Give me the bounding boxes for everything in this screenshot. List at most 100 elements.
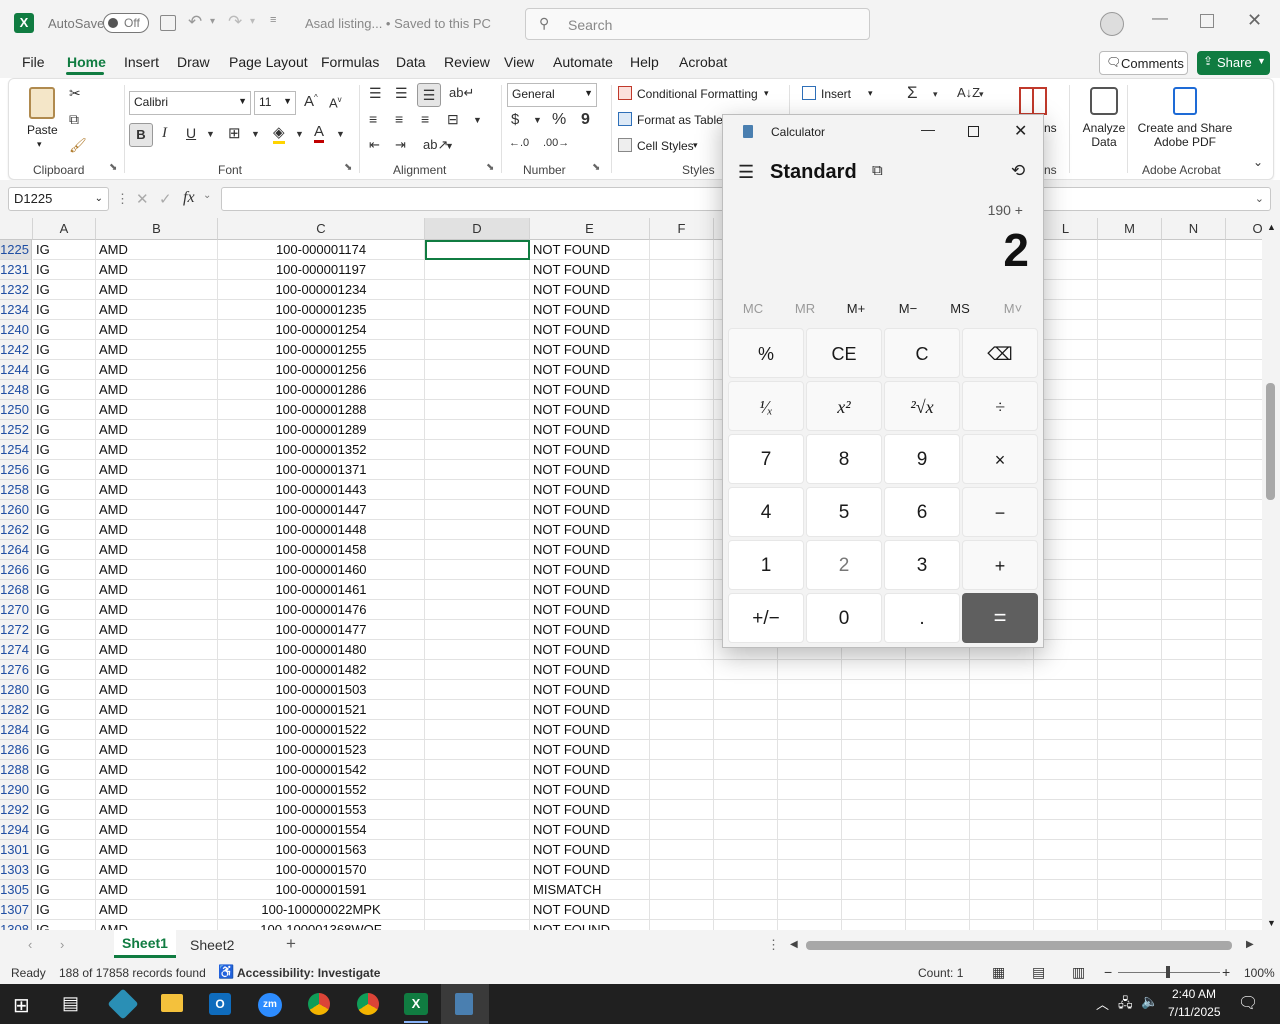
row-header[interactable]: 1266	[0, 560, 32, 580]
table-cell[interactable]: IG	[33, 480, 96, 500]
sort-filter-icon[interactable]: A↓Z	[957, 85, 980, 100]
table-cell[interactable]	[425, 760, 530, 780]
notification-icon[interactable]: 🗨	[1238, 993, 1258, 1013]
table-cell[interactable]: IG	[33, 440, 96, 460]
outlook-icon[interactable]: O	[209, 993, 231, 1015]
zoom-out-icon[interactable]: −	[1104, 964, 1112, 980]
table-cell[interactable]: 100-000001477	[218, 620, 425, 640]
restore-icon[interactable]	[1200, 14, 1214, 28]
table-cell[interactable]	[778, 840, 842, 860]
table-cell[interactable]	[1098, 360, 1162, 380]
wrap-text-icon[interactable]: ab↵	[449, 85, 474, 101]
calc-maximize-icon[interactable]	[968, 126, 979, 137]
table-cell[interactable]	[425, 340, 530, 360]
table-cell[interactable]	[778, 860, 842, 880]
table-cell[interactable]: 100-000001570	[218, 860, 425, 880]
table-cell[interactable]	[650, 840, 714, 860]
table-cell[interactable]	[714, 900, 778, 920]
table-cell[interactable]	[650, 680, 714, 700]
table-cell[interactable]: 100-000001352	[218, 440, 425, 460]
table-cell[interactable]	[1162, 720, 1226, 740]
row-header[interactable]: 1274	[0, 640, 32, 660]
table-cell[interactable]	[1162, 600, 1226, 620]
horizontal-scroll-thumb[interactable]	[806, 941, 1232, 950]
conditional-formatting-button[interactable]: Conditional Formatting ▾	[618, 85, 778, 105]
name-box[interactable]: D1225 ⌄	[8, 187, 109, 211]
column-header-b[interactable]: B	[96, 218, 218, 240]
table-cell[interactable]	[1162, 360, 1226, 380]
autosum-icon[interactable]: Σ	[907, 83, 918, 103]
worksheet-grid[interactable]: ABCDEFGHIJKLMNO1225IGAMD100-000001174NOT…	[0, 218, 1262, 930]
table-cell[interactable]	[1034, 700, 1098, 720]
table-cell[interactable]	[1098, 720, 1162, 740]
table-cell[interactable]: NOT FOUND	[530, 480, 650, 500]
prev-sheet-icon[interactable]: ‹	[28, 937, 32, 952]
chevron-down-icon[interactable]: ▼	[206, 129, 215, 139]
table-cell[interactable]	[1226, 260, 1262, 280]
align-top-icon[interactable]: ☰	[369, 85, 382, 102]
chevron-down-icon[interactable]: ▼	[533, 115, 542, 125]
table-cell[interactable]	[1098, 580, 1162, 600]
table-cell[interactable]: NOT FOUND	[530, 600, 650, 620]
table-cell[interactable]	[842, 900, 906, 920]
sheet-tab-sheet1[interactable]: Sheet1	[114, 930, 176, 958]
table-cell[interactable]: IG	[33, 560, 96, 580]
row-header[interactable]: 1308	[0, 920, 32, 930]
clear-entry-button[interactable]: CE	[806, 328, 882, 378]
table-cell[interactable]	[1098, 920, 1162, 930]
task-view-icon[interactable]: ▤	[62, 993, 79, 1014]
navigation-menu-icon[interactable]: ☰	[738, 162, 754, 183]
volume-icon[interactable]: 🔈	[1141, 993, 1158, 1010]
table-cell[interactable]	[425, 920, 530, 930]
table-cell[interactable]: 100-000001460	[218, 560, 425, 580]
table-cell[interactable]: 100-000001255	[218, 340, 425, 360]
chevron-down-icon[interactable]: ▼	[295, 129, 304, 139]
row-header[interactable]: 1305	[0, 880, 32, 900]
column-header-c[interactable]: C	[218, 218, 425, 240]
font-color-icon[interactable]: A	[314, 123, 325, 143]
row-header[interactable]: 1286	[0, 740, 32, 760]
table-cell[interactable]	[1162, 820, 1226, 840]
table-cell[interactable]: IG	[33, 800, 96, 820]
insert-function-icon[interactable]: fx	[183, 189, 195, 207]
table-cell[interactable]	[425, 660, 530, 680]
undo-dropdown-icon[interactable]: ▾	[210, 16, 215, 27]
memory-button-5[interactable]: M˅	[993, 301, 1033, 316]
table-cell[interactable]: AMD	[96, 820, 218, 840]
scroll-left-icon[interactable]: ◀	[790, 939, 798, 950]
table-cell[interactable]	[425, 440, 530, 460]
table-cell[interactable]	[425, 240, 530, 260]
row-header[interactable]: 1303	[0, 860, 32, 880]
table-cell[interactable]	[1162, 700, 1226, 720]
table-cell[interactable]: AMD	[96, 720, 218, 740]
table-cell[interactable]	[906, 900, 970, 920]
table-cell[interactable]	[842, 760, 906, 780]
table-cell[interactable]	[714, 860, 778, 880]
table-cell[interactable]	[650, 760, 714, 780]
table-cell[interactable]	[650, 620, 714, 640]
table-cell[interactable]: NOT FOUND	[530, 660, 650, 680]
table-cell[interactable]	[425, 480, 530, 500]
row-header[interactable]: 1262	[0, 520, 32, 540]
table-cell[interactable]	[906, 660, 970, 680]
table-cell[interactable]	[1162, 900, 1226, 920]
table-cell[interactable]	[1162, 920, 1226, 930]
row-header[interactable]: 1270	[0, 600, 32, 620]
paste-button[interactable]: Paste ▾	[23, 85, 59, 149]
table-cell[interactable]	[714, 780, 778, 800]
table-cell[interactable]: NOT FOUND	[530, 420, 650, 440]
divide-button[interactable]: ÷	[962, 381, 1038, 431]
table-cell[interactable]	[1098, 280, 1162, 300]
table-cell[interactable]	[970, 900, 1034, 920]
fill-color-icon[interactable]: ◈	[273, 123, 285, 144]
align-right-icon[interactable]: ≡	[421, 111, 429, 127]
table-cell[interactable]	[650, 420, 714, 440]
table-cell[interactable]	[1226, 740, 1262, 760]
table-cell[interactable]: NOT FOUND	[530, 740, 650, 760]
table-cell[interactable]: 100-000001286	[218, 380, 425, 400]
table-cell[interactable]	[1226, 840, 1262, 860]
row-header[interactable]: 1244	[0, 360, 32, 380]
table-cell[interactable]	[970, 840, 1034, 860]
clipboard-launcher-icon[interactable]: ⬊	[109, 162, 117, 173]
bold-icon[interactable]: B	[129, 123, 153, 147]
